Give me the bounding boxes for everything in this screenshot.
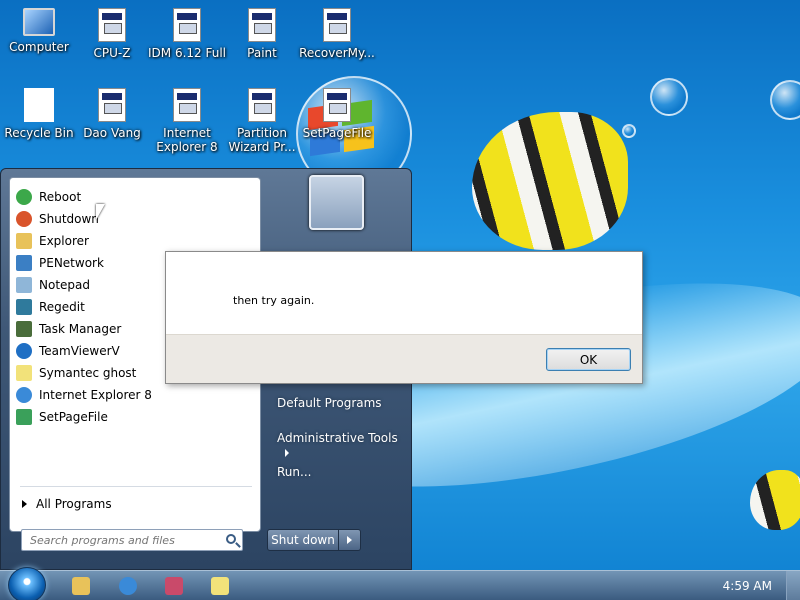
all-programs-button[interactable]: All Programs	[18, 494, 112, 514]
desktop-icon-recycle-bin[interactable]: Recycle Bin	[0, 88, 78, 140]
application-icon	[248, 8, 276, 42]
expand-arrow-icon	[22, 500, 27, 508]
taskbar: 4:59 AM	[0, 567, 800, 600]
wallpaper-fish	[750, 470, 800, 530]
taskbar-clock[interactable]: 4:59 AM	[723, 579, 772, 593]
application-icon	[323, 88, 351, 122]
start-search-box[interactable]	[21, 529, 243, 551]
internet-explorer-icon[interactable]	[119, 577, 137, 595]
menu-item-default-programs[interactable]: Default Programs	[277, 396, 382, 410]
menu-separator	[20, 486, 252, 487]
menu-item-administrative-tools[interactable]: Administrative Tools	[277, 431, 411, 459]
program-item-internet-explorer[interactable]: Internet Explorer 8	[14, 385, 258, 405]
search-icon	[226, 534, 236, 544]
program-label: PENetwork	[39, 256, 104, 270]
desktop-icon-dao-vang[interactable]: Dao Vang	[73, 88, 151, 140]
symantec-ghost-icon[interactable]	[211, 577, 229, 595]
show-desktop-button[interactable]	[786, 571, 800, 600]
desktop-icon-label: Partition Wizard Pr...	[228, 126, 296, 154]
registry-icon	[16, 299, 32, 315]
program-item-shutdown[interactable]: Shutdown	[14, 209, 258, 229]
desktop-icon-setpagefile[interactable]: SetPageFile	[298, 88, 376, 140]
application-icon	[98, 8, 126, 42]
wallpaper-bubble	[770, 80, 800, 120]
desktop-icon-recovermy[interactable]: RecoverMy...	[298, 8, 376, 60]
network-tool-icon[interactable]	[165, 577, 183, 595]
recycle-bin-icon	[24, 88, 54, 122]
search-input[interactable]	[22, 530, 212, 550]
dialog-button-bar: OK	[166, 334, 642, 383]
desktop-icon-paint[interactable]: Paint	[223, 8, 301, 60]
folder-icon	[16, 233, 32, 249]
program-item-setpagefile[interactable]: SetPageFile	[14, 407, 258, 427]
submenu-arrow-icon	[285, 448, 289, 457]
ghost-icon	[16, 365, 32, 381]
right-item-label: Run...	[277, 465, 312, 479]
program-label: Notepad	[39, 278, 90, 292]
program-label: SetPageFile	[39, 410, 108, 424]
network-icon	[16, 255, 32, 271]
all-programs-label: All Programs	[36, 497, 112, 511]
program-item-explorer[interactable]: Explorer	[14, 231, 258, 251]
explorer-folder-icon[interactable]	[72, 577, 90, 595]
program-label: Reboot	[39, 190, 82, 204]
wallpaper-fish	[472, 112, 628, 250]
desktop-icon-label: Computer	[9, 40, 69, 54]
desktop-icon-idm[interactable]: IDM 6.12 Full	[148, 8, 226, 60]
desktop-icon-label: RecoverMy...	[299, 46, 375, 60]
desktop-icon-partition-wizard[interactable]: Partition Wizard Pr...	[223, 88, 301, 154]
right-item-label: Default Programs	[277, 396, 382, 410]
user-picture-tile[interactable]	[309, 175, 364, 230]
computer-icon	[23, 8, 55, 36]
application-icon	[323, 8, 351, 42]
program-label: Explorer	[39, 234, 89, 248]
ok-button[interactable]: OK	[546, 348, 631, 371]
desktop-icon-computer[interactable]: Computer	[0, 8, 78, 54]
application-icon	[248, 88, 276, 122]
shut-down-button-group: Shut down	[267, 529, 361, 551]
notepad-icon	[16, 277, 32, 293]
program-label: Symantec ghost	[39, 366, 137, 380]
program-label: Task Manager	[39, 322, 122, 336]
application-icon	[98, 88, 126, 122]
program-label: TeamViewerV	[39, 344, 120, 358]
application-icon	[173, 8, 201, 42]
application-icon	[173, 88, 201, 122]
wallpaper-bubble	[650, 78, 688, 116]
program-item-reboot[interactable]: Reboot	[14, 187, 258, 207]
message-dialog: then try again. OK	[165, 251, 643, 384]
desktop-icon-label: Recycle Bin	[4, 126, 74, 140]
desktop-icon-label: IDM 6.12 Full	[148, 46, 226, 60]
reboot-icon	[16, 189, 32, 205]
desktop-icon-cpu-z[interactable]: CPU-Z	[73, 8, 151, 60]
desktop-icon-label: Dao Vang	[83, 126, 141, 140]
program-label: Shutdown	[39, 212, 99, 226]
shut-down-button[interactable]: Shut down	[267, 529, 339, 551]
menu-item-run[interactable]: Run...	[277, 465, 311, 479]
mouse-cursor-icon	[96, 204, 105, 220]
power-icon	[16, 211, 32, 227]
desktop-icon-label: SetPageFile	[302, 126, 372, 140]
program-label: Internet Explorer 8	[39, 388, 152, 402]
desktop-icon-label: Paint	[247, 46, 277, 60]
program-label: Regedit	[39, 300, 85, 314]
desktop-icon-label: Internet Explorer 8	[156, 126, 218, 154]
desktop-icon-label: CPU-Z	[93, 46, 131, 60]
desktop-icon-internet-explorer[interactable]: Internet Explorer 8	[148, 88, 226, 154]
setpagefile-icon	[16, 409, 32, 425]
right-item-label: Administrative Tools	[277, 431, 398, 445]
shut-down-options-arrow[interactable]	[339, 529, 361, 551]
start-button[interactable]	[8, 567, 46, 600]
ie-icon	[16, 387, 32, 403]
wallpaper-bubble	[622, 124, 636, 138]
task-manager-icon	[16, 321, 32, 337]
teamviewer-icon	[16, 343, 32, 359]
dialog-message: then try again.	[233, 294, 315, 307]
